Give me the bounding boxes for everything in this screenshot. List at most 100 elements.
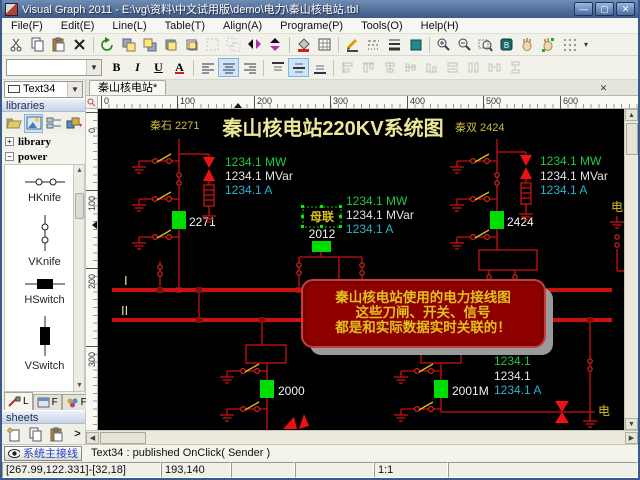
tree-item-library[interactable]: +library <box>2 134 85 149</box>
same-width-icon[interactable] <box>442 58 463 77</box>
paste-sheet-icon[interactable] <box>46 425 67 444</box>
collapse-icon[interactable]: − <box>5 152 14 161</box>
scrollbar-thumb[interactable] <box>626 123 638 155</box>
line-style-icon[interactable] <box>363 35 384 54</box>
breaker-2001m[interactable] <box>434 380 448 398</box>
chevron-down-icon[interactable]: ▼ <box>86 60 101 75</box>
vertical-scrollbar[interactable]: ▲ ▼ <box>624 109 638 430</box>
align-lefts-icon[interactable] <box>337 58 358 77</box>
tree-item-power[interactable]: −power <box>2 149 85 164</box>
component-list-icon[interactable] <box>44 114 63 133</box>
menu-tools[interactable]: Tools(O) <box>352 19 412 33</box>
space-horizontal-icon[interactable] <box>484 58 505 77</box>
scroll-left-icon[interactable]: ◀ <box>86 432 99 444</box>
maximize-button[interactable]: ▢ <box>595 2 614 16</box>
align-tops-icon[interactable] <box>358 58 379 77</box>
scroll-down-icon[interactable]: ▼ <box>74 380 85 391</box>
pan-select-icon[interactable] <box>538 35 559 54</box>
pattern-icon[interactable] <box>314 35 335 54</box>
copy-icon[interactable] <box>27 35 48 54</box>
valign-middle-icon[interactable] <box>288 58 309 77</box>
zoom-out-icon[interactable] <box>454 35 475 54</box>
flip-vertical-icon[interactable] <box>265 35 286 54</box>
breaker-2271-label[interactable]: 2271 <box>189 215 216 229</box>
valign-bottom-icon[interactable] <box>309 58 330 77</box>
tab-libraries[interactable]: L <box>4 392 33 410</box>
breaker-2424[interactable] <box>490 211 504 229</box>
align-left-icon[interactable] <box>197 58 218 77</box>
breaker-2000-label[interactable]: 2000 <box>278 384 305 398</box>
shape-selector-combo[interactable]: Text34 ▼ <box>4 81 83 98</box>
grid-dropdown-icon[interactable]: ▾ <box>580 35 592 54</box>
breaker-2012-label[interactable]: 2012 <box>309 227 336 241</box>
space-vertical-icon[interactable] <box>505 58 526 77</box>
menu-programe[interactable]: Programe(P) <box>271 19 352 33</box>
scroll-up-icon[interactable]: ▲ <box>625 109 638 121</box>
flip-horizontal-icon[interactable] <box>244 35 265 54</box>
grid-icon[interactable] <box>559 35 580 54</box>
menu-file[interactable]: File(F) <box>2 19 52 33</box>
align-center-icon[interactable] <box>218 58 239 77</box>
menu-line[interactable]: Line(L) <box>103 19 155 33</box>
diagram-title[interactable]: 秦山核电站220KV系统图 <box>221 116 443 140</box>
breaker-2271[interactable] <box>172 211 186 229</box>
send-back-icon[interactable] <box>181 35 202 54</box>
chevron-down-icon[interactable]: ▼ <box>67 82 82 97</box>
close-tab-icon[interactable]: ✕ <box>597 82 610 95</box>
menu-edit[interactable]: Edit(E) <box>52 19 104 33</box>
bold-button[interactable]: B <box>106 58 127 77</box>
palette-item-vknife[interactable]: VKnife <box>15 213 75 268</box>
right-edge-top[interactable]: 电 <box>610 200 624 271</box>
cut-icon[interactable] <box>6 35 27 54</box>
bottom-measurements[interactable]: 1234.1 1234.1 1234.1 A <box>494 354 541 397</box>
scroll-up-icon[interactable]: ▲ <box>74 165 85 176</box>
close-button[interactable]: ✕ <box>616 2 635 16</box>
scroll-right-icon[interactable]: ▶ <box>625 432 638 444</box>
bring-forward-icon[interactable] <box>118 35 139 54</box>
align-centers-icon[interactable] <box>379 58 400 77</box>
library-view-icon[interactable] <box>24 114 43 133</box>
fill-color-icon[interactable] <box>293 35 314 54</box>
align-middles-icon[interactable] <box>400 58 421 77</box>
shape-fill-icon[interactable] <box>405 35 426 54</box>
pan-icon[interactable] <box>517 35 538 54</box>
bay-2000[interactable]: 2000 <box>220 317 309 430</box>
horizontal-scrollbar[interactable]: ◀ ▶ <box>86 430 638 444</box>
tab-forms[interactable]: F <box>33 394 62 410</box>
bus-tie-label[interactable]: 母联 <box>310 210 334 224</box>
tie-measurements[interactable]: 1234.1 MW 1234.1 MVar 1234.1 A <box>346 194 414 236</box>
minimize-button[interactable]: — <box>574 2 593 16</box>
notice-box[interactable]: 秦山核电站使用的电力接线图 这些刀闸、开关、信号 都是和实际数据实时关联的！ <box>302 280 553 355</box>
expand-icon[interactable]: + <box>5 137 14 146</box>
zoom-region-icon[interactable] <box>475 35 496 54</box>
menu-help[interactable]: Help(H) <box>412 19 468 33</box>
ungroup-icon[interactable] <box>223 35 244 54</box>
zoom-actual-icon[interactable]: B <box>496 35 517 54</box>
palette-item-hknife[interactable]: HKnife <box>15 175 75 204</box>
rotate-icon[interactable] <box>97 35 118 54</box>
send-backward-icon[interactable] <box>139 35 160 54</box>
pen-color-icon[interactable] <box>342 35 363 54</box>
right-feeder[interactable]: 2424 <box>450 139 537 293</box>
palette-scrollbar[interactable]: ▲ ▼ <box>73 165 84 391</box>
line-width-icon[interactable] <box>384 35 405 54</box>
sheet-tab-main[interactable]: 系统主接线 <box>4 446 82 461</box>
new-component-icon[interactable] <box>64 114 83 133</box>
drawing-canvas[interactable]: 秦石 2271 秦山核电站220KV系统图 秦双 2424 <box>98 109 624 430</box>
scroll-down-icon[interactable]: ▼ <box>625 418 638 430</box>
group-icon[interactable] <box>202 35 223 54</box>
menu-table[interactable]: Table(T) <box>156 19 214 33</box>
underline-button[interactable]: U <box>148 58 169 77</box>
font-color-button[interactable]: A <box>169 58 190 77</box>
italic-button[interactable]: I <box>127 58 148 77</box>
ruler-corner[interactable] <box>86 96 98 109</box>
left-feeder[interactable]: 2271 <box>132 139 216 293</box>
scrollbar-thumb[interactable] <box>75 193 84 219</box>
copy-sheet-icon[interactable] <box>25 425 46 444</box>
diagram-left-corner-label[interactable]: 秦石 2271 <box>150 118 200 132</box>
breaker-2001m-label[interactable]: 2001M <box>452 384 489 398</box>
scrollbar-thumb[interactable] <box>100 432 146 444</box>
align-right-icon[interactable] <box>239 58 260 77</box>
new-sheet-icon[interactable] <box>4 425 25 444</box>
paste-icon[interactable] <box>48 35 69 54</box>
